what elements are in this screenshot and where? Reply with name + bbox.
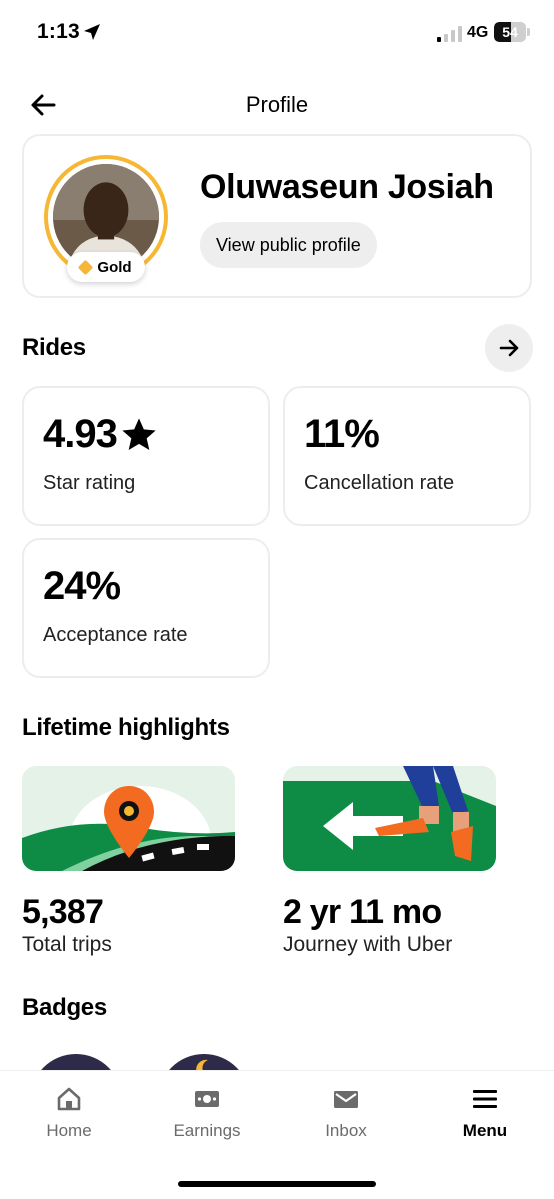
back-arrow-icon[interactable] [28,90,58,120]
star-rating-value-row: 4.93 [43,412,159,457]
inbox-icon [334,1091,358,1108]
star-rating-value: 4.93 [43,412,118,456]
cancellation-rate-card[interactable]: 11% Cancellation rate [283,386,531,526]
nav-earnings[interactable]: Earnings [147,1085,267,1145]
acceptance-rate-card[interactable]: 24% Acceptance rate [22,538,270,678]
journey-duration-label: Journey with Uber [283,933,453,956]
acceptance-rate-value: 24% [43,564,121,608]
total-trips-value: 5,387 [22,893,104,931]
earnings-icon [195,1091,219,1107]
walking-arrow-illustration [283,766,496,871]
rides-section-title: Rides [22,334,86,361]
bottom-nav: Home Earnings Inbox Menu [0,1070,554,1199]
nav-earnings-label: Earnings [173,1121,241,1140]
gold-diamond-icon [78,259,94,275]
menu-icon [473,1090,497,1108]
nav-home-label: Home [46,1121,92,1140]
home-indicator [178,1181,376,1187]
tier-badge: Gold [67,252,145,282]
cancellation-rate-label: Cancellation rate [304,472,455,494]
highlights-section-title: Lifetime highlights [22,714,230,741]
cancellation-rate-value: 11% [304,412,380,456]
nav-home[interactable]: Home [9,1085,129,1145]
home-icon [57,1087,81,1111]
journey-duration-value: 2 yr 11 mo [283,893,442,931]
nav-inbox-label: Inbox [325,1121,367,1140]
badges-section-title: Badges [22,994,107,1021]
cellular-signal-icon [437,26,462,42]
acceptance-rate-label: Acceptance rate [43,624,188,646]
profile-card: Gold Oluwaseun Josiah View public profil… [22,134,532,298]
status-time: 1:13 [37,20,80,43]
view-public-profile-button[interactable]: View public profile [200,222,377,268]
star-icon [122,417,156,450]
tier-label: Gold [97,258,132,276]
total-trips-label: Total trips [22,933,112,956]
nav-menu[interactable]: Menu [425,1085,545,1145]
nav-inbox[interactable]: Inbox [286,1085,406,1145]
nav-menu-label: Menu [462,1121,508,1140]
location-arrow-icon [84,24,100,40]
driver-name: Oluwaseun Josiah [200,168,494,206]
status-bar: 1:13 4G 54 [0,0,554,64]
page-title: Profile [245,92,309,117]
arrow-right-icon [499,339,519,357]
rides-details-button[interactable] [485,324,533,372]
map-pin-road-illustration [22,766,235,871]
battery-percent: 54 [502,24,518,40]
battery-icon: 54 [494,22,530,42]
network-type: 4G [467,24,489,41]
star-rating-card[interactable]: 4.93 Star rating [22,386,270,526]
star-rating-label: Star rating [43,472,136,494]
